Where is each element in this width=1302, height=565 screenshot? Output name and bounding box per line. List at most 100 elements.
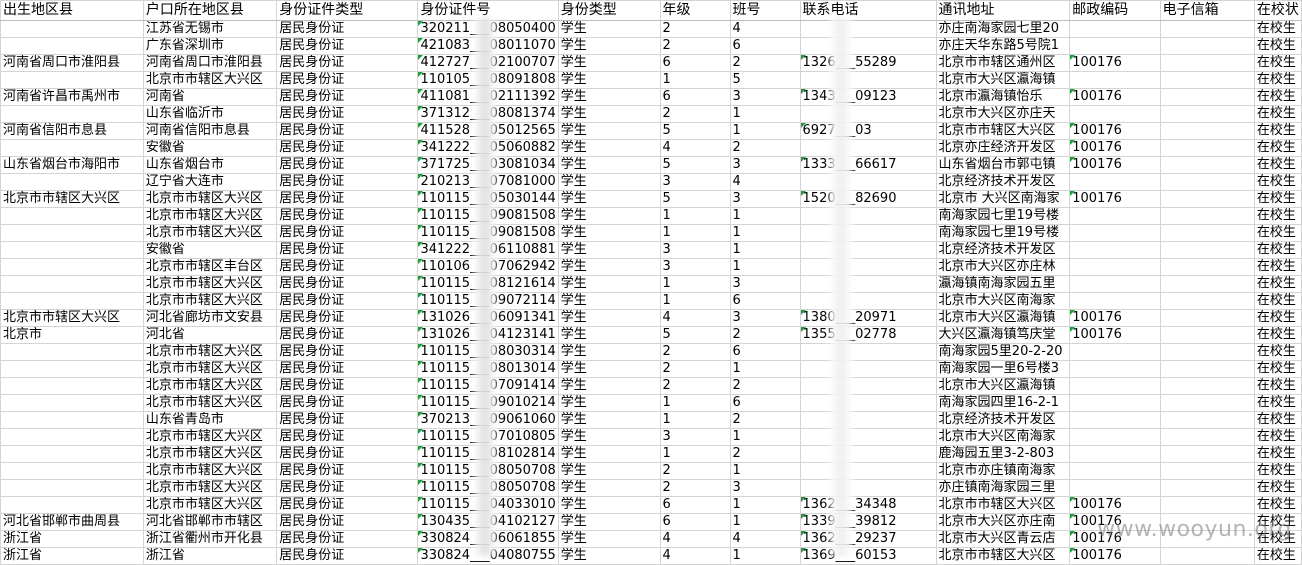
- table-cell[interactable]: 北京市大兴区南海家: [935, 292, 1071, 310]
- table-cell[interactable]: [0, 445, 144, 463]
- table-cell[interactable]: [0, 139, 144, 157]
- table-cell[interactable]: 110115___09081508: [417, 224, 559, 242]
- table-cell[interactable]: 北京经济技术开发区: [935, 241, 1071, 259]
- table-cell[interactable]: 131026___06091341: [417, 309, 559, 327]
- table-cell[interactable]: 在校生: [1253, 377, 1302, 395]
- table-cell[interactable]: 3: [659, 173, 731, 191]
- column-header[interactable]: 年级: [659, 0, 731, 21]
- table-cell[interactable]: 1355___02778: [799, 326, 937, 344]
- table-cell[interactable]: 北京市大兴区瀛海镇: [935, 377, 1071, 395]
- table-cell[interactable]: 110115___09081508: [417, 207, 559, 225]
- table-cell[interactable]: 学生: [557, 394, 661, 412]
- table-cell[interactable]: 110115___08121614: [417, 275, 559, 293]
- table-cell[interactable]: 北京市亦庄镇南海家: [935, 462, 1071, 480]
- table-cell[interactable]: 110115___09072114: [417, 292, 559, 310]
- table-cell[interactable]: 居民身份证: [276, 37, 419, 55]
- table-cell[interactable]: 在校生: [1253, 37, 1302, 55]
- table-cell[interactable]: 北京市市辖区大兴区: [935, 547, 1071, 565]
- table-cell[interactable]: [1159, 139, 1255, 157]
- table-cell[interactable]: 北京市大兴区亦庄林: [935, 258, 1071, 276]
- table-cell[interactable]: 北京市市辖区通州区: [935, 54, 1071, 72]
- table-cell[interactable]: 学生: [557, 20, 661, 38]
- table-cell[interactable]: 学生: [557, 139, 661, 157]
- table-cell[interactable]: 1: [659, 224, 731, 242]
- table-cell[interactable]: 居民身份证: [276, 360, 419, 378]
- table-cell[interactable]: 山东省临沂市: [142, 105, 278, 123]
- table-cell[interactable]: 北京市市辖区大兴区: [142, 479, 278, 497]
- table-cell[interactable]: [0, 411, 144, 429]
- column-header[interactable]: 身份证件号: [417, 0, 559, 21]
- table-cell[interactable]: 学生: [557, 309, 661, 327]
- table-cell[interactable]: 北京市市辖区大兴区: [935, 496, 1071, 514]
- table-cell[interactable]: [0, 360, 144, 378]
- table-cell[interactable]: 河南省许昌市禹州市: [0, 88, 144, 106]
- table-cell[interactable]: 110115___08050708: [417, 479, 559, 497]
- table-cell[interactable]: [1069, 445, 1161, 463]
- table-cell[interactable]: [1159, 71, 1255, 89]
- table-cell[interactable]: 山东省烟台市海阳市: [0, 156, 144, 174]
- table-cell[interactable]: [799, 37, 937, 55]
- table-cell[interactable]: 6927___03: [799, 122, 937, 140]
- table-cell[interactable]: 北京市市辖区大兴区: [142, 394, 278, 412]
- table-cell[interactable]: [1069, 360, 1161, 378]
- table-cell[interactable]: 居民身份证: [276, 122, 419, 140]
- table-cell[interactable]: 110115___08030314: [417, 343, 559, 361]
- table-cell[interactable]: 2: [659, 37, 731, 55]
- table-cell[interactable]: 1369___60153: [799, 547, 937, 565]
- table-cell[interactable]: 居民身份证: [276, 309, 419, 327]
- table-cell[interactable]: 在校生: [1253, 173, 1302, 191]
- table-cell[interactable]: 在校生: [1253, 241, 1302, 259]
- table-cell[interactable]: [1069, 428, 1161, 446]
- table-cell[interactable]: [1159, 105, 1255, 123]
- table-cell[interactable]: [799, 241, 937, 259]
- table-cell[interactable]: 412727___02100707: [417, 54, 559, 72]
- table-cell[interactable]: [1159, 411, 1255, 429]
- table-cell[interactable]: 学生: [557, 71, 661, 89]
- table-cell[interactable]: 330824___04080755: [417, 547, 559, 565]
- table-cell[interactable]: 居民身份证: [276, 530, 419, 548]
- table-cell[interactable]: 在校生: [1253, 479, 1302, 497]
- table-cell[interactable]: 北京市瀛海镇怡乐: [935, 88, 1071, 106]
- spreadsheet-grid[interactable]: 出生地区县 户口所在地区县 身份证件类型 身份证件号 身份类型 年级 班号 联系电话 通讯地址邮…: [0, 0, 1302, 565]
- table-cell[interactable]: [1159, 547, 1255, 565]
- table-cell[interactable]: 6: [729, 292, 801, 310]
- table-cell[interactable]: 2: [729, 326, 801, 344]
- table-cell[interactable]: 在校生: [1253, 88, 1302, 106]
- table-cell[interactable]: [1159, 445, 1255, 463]
- table-cell[interactable]: 在校生: [1253, 20, 1302, 38]
- table-cell[interactable]: [799, 360, 937, 378]
- table-cell[interactable]: 在校生: [1253, 445, 1302, 463]
- table-cell[interactable]: [799, 258, 937, 276]
- table-cell[interactable]: [1069, 224, 1161, 242]
- table-cell[interactable]: [0, 394, 144, 412]
- table-cell[interactable]: 在校生: [1253, 411, 1302, 429]
- table-cell[interactable]: 学生: [557, 224, 661, 242]
- table-cell[interactable]: [799, 275, 937, 293]
- table-cell[interactable]: 学生: [557, 173, 661, 191]
- table-cell[interactable]: 在校生: [1253, 190, 1302, 208]
- table-cell[interactable]: [799, 105, 937, 123]
- table-cell[interactable]: 6: [729, 394, 801, 412]
- table-cell[interactable]: 在校生: [1253, 496, 1302, 514]
- table-cell[interactable]: 学生: [557, 37, 661, 55]
- table-cell[interactable]: 山东省烟台市: [142, 156, 278, 174]
- table-cell[interactable]: 居民身份证: [276, 105, 419, 123]
- table-cell[interactable]: 1362___34348: [799, 496, 937, 514]
- table-cell[interactable]: 100176: [1069, 496, 1161, 514]
- table-cell[interactable]: [0, 275, 144, 293]
- table-cell[interactable]: 1339___39812: [799, 513, 937, 531]
- table-cell[interactable]: 131026___04123141: [417, 326, 559, 344]
- table-cell[interactable]: [1069, 105, 1161, 123]
- table-cell[interactable]: 1: [659, 292, 731, 310]
- table-cell[interactable]: 学生: [557, 360, 661, 378]
- table-cell[interactable]: 北京市大兴区瀛海镇: [935, 309, 1071, 327]
- table-cell[interactable]: [0, 224, 144, 242]
- table-cell[interactable]: 北京市市辖区大兴区: [142, 292, 278, 310]
- table-cell[interactable]: [1069, 241, 1161, 259]
- table-cell[interactable]: 学生: [557, 88, 661, 106]
- table-cell[interactable]: 安徽省: [142, 241, 278, 259]
- table-cell[interactable]: [1069, 377, 1161, 395]
- table-cell[interactable]: 学生: [557, 496, 661, 514]
- table-cell[interactable]: 1: [729, 207, 801, 225]
- table-cell[interactable]: 居民身份证: [276, 258, 419, 276]
